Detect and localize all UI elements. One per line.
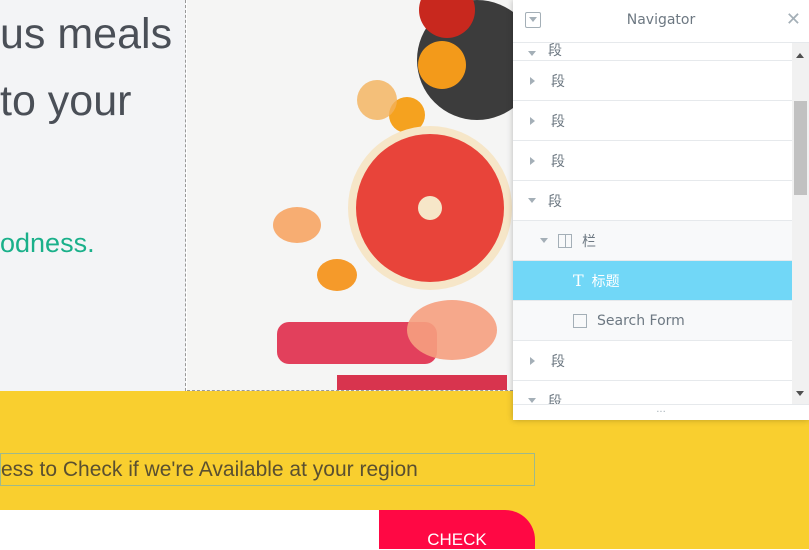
tree-item-section[interactable]: 段 (513, 101, 792, 141)
close-icon[interactable]: ✕ (786, 9, 801, 30)
scroll-down-icon[interactable] (796, 391, 804, 400)
caret-right-icon[interactable] (530, 356, 539, 365)
item-label: 段 (548, 193, 562, 210)
food-photo (187, 0, 513, 391)
navigator-scrollbar[interactable] (792, 43, 809, 404)
tree-item-section[interactable]: 段 (513, 341, 792, 381)
item-label: 段 (548, 393, 562, 405)
tree-item-section[interactable]: 段 (513, 61, 792, 101)
item-label: 栏 (582, 233, 596, 250)
item-label: 段 (548, 43, 562, 59)
tree-item-heading[interactable]: T 标题 (513, 261, 792, 301)
scroll-up-icon[interactable] (796, 49, 804, 58)
search-form-icon (573, 313, 587, 328)
caret-right-icon[interactable] (530, 156, 539, 165)
caret-down-icon[interactable] (540, 238, 548, 247)
scrollbar-thumb[interactable] (794, 101, 807, 195)
check-button[interactable]: CHECK (379, 510, 535, 549)
navigator-tree: 段 段 段 段 段 栏 T 标题 Search Form 段 段 (513, 43, 792, 404)
hero-heading-line2: to your (0, 77, 132, 125)
tree-item-search-form[interactable]: Search Form (513, 301, 792, 341)
item-label: 段 (551, 113, 565, 130)
caret-down-icon[interactable] (528, 51, 536, 60)
resize-handle[interactable]: ... (513, 404, 809, 420)
heading-icon: T (573, 271, 584, 290)
item-label: 段 (551, 73, 565, 90)
caret-right-icon[interactable] (530, 116, 539, 125)
hero-text-column: us meals to your odness. (0, 0, 186, 391)
column-icon (558, 233, 572, 248)
item-label: Search Form (597, 312, 685, 329)
tree-item-section[interactable]: 段 (513, 181, 792, 221)
caret-right-icon[interactable] (530, 76, 539, 85)
item-label: 段 (551, 353, 565, 370)
hero-tagline: odness. (0, 228, 95, 258)
tree-item-section[interactable]: 段 (513, 141, 792, 181)
hero-heading-line1: us meals (0, 10, 173, 58)
tree-item-section[interactable]: 段 (513, 381, 792, 404)
caret-down-icon[interactable] (528, 198, 536, 207)
tree-item-section[interactable]: 段 (513, 43, 792, 61)
navigator-title: Navigator (626, 12, 696, 28)
fruit-illustration (273, 0, 513, 390)
tree-item-column[interactable]: 栏 (513, 221, 792, 261)
item-label: 标题 (591, 273, 620, 290)
item-label: 段 (551, 153, 565, 170)
address-input[interactable] (0, 510, 380, 549)
navigator-header[interactable]: Navigator ✕ (513, 0, 809, 43)
availability-prompt: ess to Check if we're Available at your … (0, 453, 535, 486)
navigator-panel: Navigator ✕ 段 段 段 段 段 栏 T 标题 Search Form … (513, 0, 809, 420)
